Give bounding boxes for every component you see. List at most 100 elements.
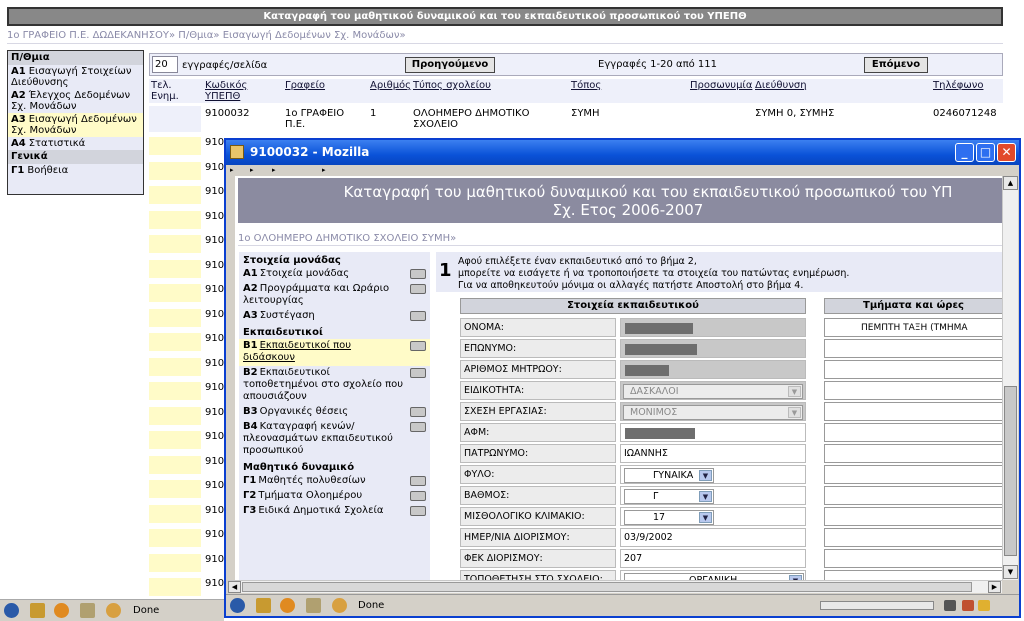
minimize-icon[interactable]: _ bbox=[955, 143, 974, 162]
table-row[interactable]: 9100032 1ο ΓΡΑΦΕΙΟ Π.Ε. 1 ΟΛΟΗΜΕΡΟ ΔΗΜΟΤ… bbox=[149, 106, 1003, 132]
scroll-right-icon[interactable]: ▶ bbox=[988, 581, 1001, 593]
class-hours-input[interactable] bbox=[824, 549, 1002, 568]
composer-icon[interactable] bbox=[54, 603, 69, 618]
scroll-thumb[interactable] bbox=[242, 582, 972, 592]
cell-code[interactable]: 910 bbox=[205, 235, 224, 246]
printer-icon[interactable] bbox=[410, 506, 426, 516]
printer-icon[interactable] bbox=[410, 476, 426, 486]
col-place[interactable]: Τόπος bbox=[571, 80, 601, 91]
class-hours-input[interactable] bbox=[824, 528, 1002, 547]
field-select[interactable]: ΓΥΝΑΙΚΑ ▼ bbox=[624, 468, 714, 483]
printer-icon[interactable] bbox=[410, 407, 426, 417]
class-hours-input[interactable] bbox=[824, 507, 1002, 526]
address-book-icon[interactable] bbox=[306, 598, 321, 613]
class-hours-input[interactable] bbox=[824, 486, 1002, 505]
horizontal-scrollbar[interactable]: ◀ ▶ bbox=[228, 580, 1002, 593]
nav-item-a3[interactable]: A3 Συστέγαση bbox=[239, 309, 430, 324]
nav-item-γ3[interactable]: Γ3 Ειδικά Δημοτικά Σχολεία bbox=[239, 504, 430, 519]
field-value[interactable] bbox=[620, 360, 806, 379]
printer-icon[interactable] bbox=[410, 368, 426, 378]
chevron-down-icon[interactable]: ▼ bbox=[699, 491, 712, 502]
field-value[interactable] bbox=[620, 423, 806, 442]
scroll-left-icon[interactable]: ◀ bbox=[228, 581, 241, 593]
col-school-type[interactable]: Τύπος σχολείου bbox=[413, 80, 491, 91]
printer-icon[interactable] bbox=[410, 341, 426, 351]
chevron-down-icon[interactable]: ▼ bbox=[699, 512, 712, 523]
class-hours-input[interactable] bbox=[824, 465, 1002, 484]
cell-code[interactable]: 910 bbox=[205, 382, 224, 393]
col-address[interactable]: Διεύθυνση bbox=[755, 80, 807, 91]
nav-item-help[interactable]: Γ1 Βοήθεια bbox=[8, 164, 143, 177]
cell-code[interactable]: 910 bbox=[205, 456, 224, 467]
printer-icon[interactable] bbox=[410, 311, 426, 321]
nav-item-a1[interactable]: A1 Εισαγωγή Στοιχείων Διεύθυνσης bbox=[8, 65, 143, 89]
cell-code[interactable]: 910 bbox=[205, 554, 224, 565]
printer-icon[interactable] bbox=[410, 269, 426, 279]
nav-item-b4[interactable]: B4 Καταγραφή κενών/πλεονασμάτων εκπαιδευτ… bbox=[239, 420, 430, 459]
col-number[interactable]: Αριθμός bbox=[370, 80, 411, 91]
cell-code[interactable]: 910 bbox=[205, 260, 224, 271]
page-size-input[interactable]: 20 bbox=[152, 56, 178, 73]
nav-item-a1[interactable]: A1 Στοιχεία μονάδας bbox=[239, 267, 430, 282]
window-title-bar[interactable]: 9100032 - Mozilla _ □ ✕ bbox=[226, 140, 1019, 165]
field-input[interactable]: 207 bbox=[620, 549, 806, 568]
scroll-thumb[interactable] bbox=[1004, 386, 1017, 556]
cell-code[interactable]: 910 bbox=[205, 505, 224, 516]
class-hours-input[interactable] bbox=[824, 381, 1002, 400]
close-icon[interactable]: ✕ bbox=[997, 143, 1016, 162]
toolbar-grip-icon[interactable]: ▸ bbox=[250, 166, 254, 174]
class-hours-input[interactable] bbox=[824, 402, 1002, 421]
nav-item-a3[interactable]: A3 Εισαγωγή Δεδομένων Σχ. Μονάδων bbox=[8, 113, 143, 137]
nav-item-b2[interactable]: B2 Εκπαιδευτικοί τοποθετημένοι στο σχολεί… bbox=[239, 366, 430, 405]
chat-icon[interactable] bbox=[106, 603, 121, 618]
scroll-down-icon[interactable]: ▼ bbox=[1003, 565, 1018, 579]
vertical-scrollbar[interactable]: ▲ ▼ bbox=[1002, 176, 1018, 580]
cell-code[interactable]: 910 bbox=[205, 431, 224, 442]
toolbar-grip-icon[interactable]: ▸ bbox=[322, 166, 326, 174]
field-value[interactable] bbox=[620, 318, 806, 337]
chevron-down-icon[interactable]: ▼ bbox=[699, 470, 712, 481]
class-hours-input[interactable]: ΠΕΜΠΤΗ ΤΑΞΗ (ΤΜΗΜΑ bbox=[824, 318, 1002, 337]
cell-code[interactable]: 910 bbox=[205, 137, 224, 148]
nav-item-b1[interactable]: B1 Εκπαιδευτικοί που διδάσκουν bbox=[239, 339, 430, 366]
col-office[interactable]: Γραφείο bbox=[285, 80, 325, 91]
maximize-icon[interactable]: □ bbox=[976, 143, 995, 162]
cell-code[interactable]: 910 bbox=[205, 309, 224, 320]
field-select[interactable]: Γ ▼ bbox=[624, 489, 714, 504]
cell-code[interactable]: 910 bbox=[205, 333, 224, 344]
next-button[interactable]: Επόμενο bbox=[864, 57, 928, 73]
composer-icon[interactable] bbox=[280, 598, 295, 613]
toolbar-grip-icon[interactable]: ▸ bbox=[230, 166, 234, 174]
prev-button[interactable]: Προηγούμενο bbox=[405, 57, 495, 73]
printer-icon[interactable] bbox=[410, 284, 426, 294]
class-hours-input[interactable] bbox=[824, 423, 1002, 442]
nav-item-γ2[interactable]: Γ2 Τμήματα Ολοημέρου bbox=[239, 489, 430, 504]
security-lock-icon[interactable] bbox=[978, 600, 990, 611]
toolbar-grip-icon[interactable]: ▸ bbox=[272, 166, 276, 174]
class-hours-input[interactable] bbox=[824, 339, 1002, 358]
field-select[interactable]: ΟΡΓΑΝΙΚΗ▼ bbox=[624, 573, 804, 580]
nav-item-a2[interactable]: A2 Προγράμματα και Ωράριο λειτουργίας bbox=[239, 282, 430, 309]
nav-item-b3[interactable]: B3 Οργανικές θέσεις bbox=[239, 405, 430, 420]
scroll-up-icon[interactable]: ▲ bbox=[1003, 176, 1018, 190]
col-code[interactable]: Κωδικός ΥΠΕΠΘ bbox=[205, 80, 261, 102]
class-hours-input[interactable] bbox=[824, 570, 1002, 580]
address-book-icon[interactable] bbox=[80, 603, 95, 618]
nav-item-a2[interactable]: A2 Έλεγχος Δεδομένων Σχ. Μονάδων bbox=[8, 89, 143, 113]
cell-code[interactable]: 910 bbox=[205, 284, 224, 295]
printer-icon[interactable] bbox=[410, 422, 426, 432]
col-phone[interactable]: Τηλέφωνο bbox=[933, 80, 983, 91]
cell-code[interactable]: 9100032 bbox=[205, 108, 250, 119]
breadcrumb[interactable]: 1ο ΟΛΟΗΜΕΡΟ ΔΗΜΟΤΙΚΟ ΣΧΟΛΕΙΟ ΣΥΜΗ» bbox=[238, 233, 456, 244]
mail-icon[interactable] bbox=[30, 603, 45, 618]
cell-code[interactable]: 910 bbox=[205, 529, 224, 540]
cell-code[interactable]: 910 bbox=[205, 162, 224, 173]
class-hours-input[interactable] bbox=[824, 444, 1002, 463]
cell-code[interactable]: 910 bbox=[205, 407, 224, 418]
chat-icon[interactable] bbox=[332, 598, 347, 613]
field-input[interactable]: 03/9/2002 bbox=[620, 528, 806, 547]
nav-item-γ1[interactable]: Γ1 Μαθητές πολυθεσίων bbox=[239, 474, 430, 489]
cookie-icon[interactable] bbox=[962, 600, 974, 611]
breadcrumb[interactable]: 1ο ΓΡΑΦΕΙΟ Π.Ε. ΔΩΔΕΚΑΝΗΣΟΥ» Π/Θμια» Εισ… bbox=[7, 30, 406, 41]
nav-item-a4[interactable]: A4 Στατιστικά bbox=[8, 137, 143, 150]
